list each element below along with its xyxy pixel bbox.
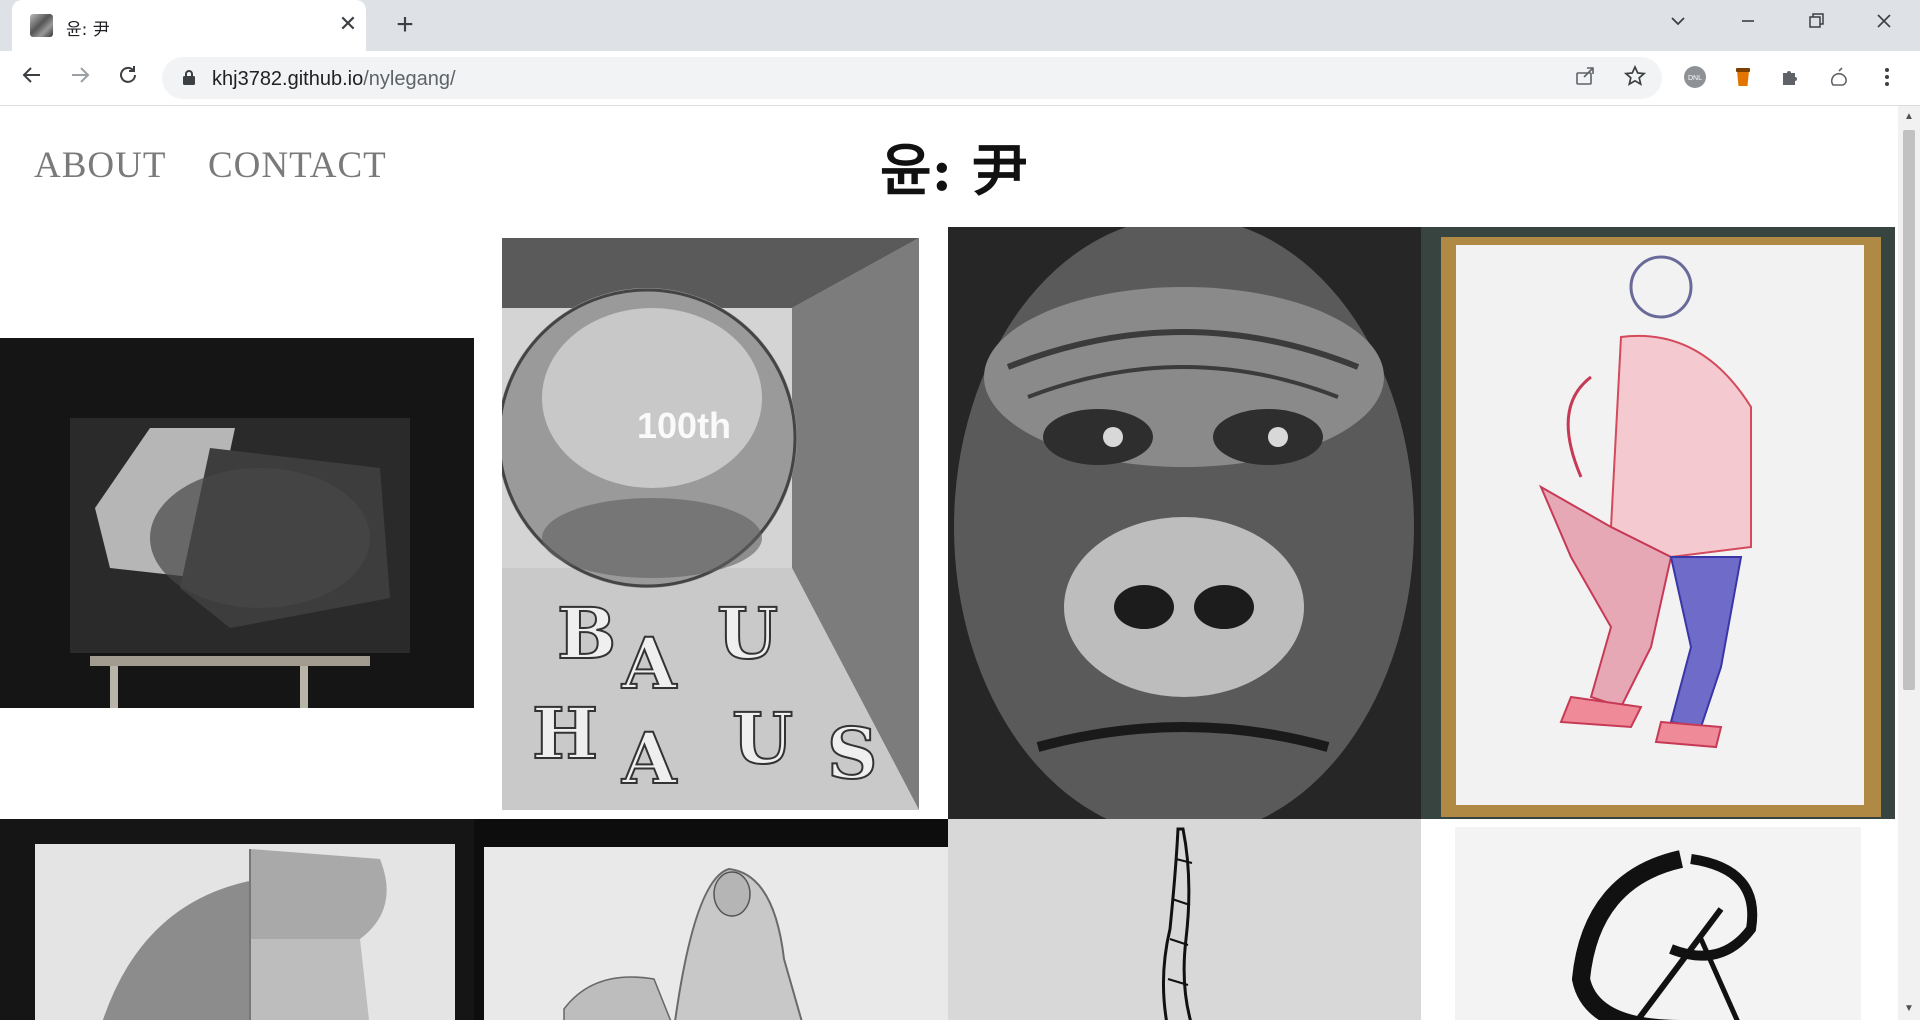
artwork-gorilla[interactable]	[948, 227, 1421, 819]
bauhaus-letter-b: B	[557, 592, 616, 675]
bauhaus-letter-u1: U	[717, 592, 778, 675]
artwork-ink-arm[interactable]	[948, 819, 1421, 1020]
scroll-up-icon[interactable]: ▲	[1902, 110, 1916, 124]
page-content: ABOUT CONTACT 윤: 尹 100th B A U H A U S	[0, 106, 1898, 1020]
tab-strip: 윤: 尹 ✕ +	[0, 0, 1920, 51]
address-bar[interactable]: khj3782.github.io/nylegang/	[162, 57, 1662, 99]
new-tab-button[interactable]: +	[390, 10, 420, 40]
reload-icon[interactable]	[112, 63, 144, 95]
kebab-menu-icon[interactable]	[1874, 65, 1900, 91]
sphere-label: 100th	[637, 405, 731, 446]
minimize-icon[interactable]	[1730, 8, 1766, 42]
url-host: khj3782.github.io	[212, 68, 364, 90]
profile-icon[interactable]	[1826, 65, 1852, 91]
lock-icon[interactable]	[182, 69, 196, 85]
tab-title: 윤: 尹	[66, 20, 110, 40]
browser-toolbar: khj3782.github.io/nylegang/ DNL	[0, 51, 1920, 106]
site-title: 윤: 尹	[880, 138, 1028, 204]
browser-tab[interactable]: 윤: 尹 ✕	[12, 0, 366, 51]
bauhaus-letter-s: S	[827, 712, 878, 795]
arrow-right-icon[interactable]	[64, 63, 96, 95]
arrow-left-icon[interactable]	[16, 63, 48, 95]
scrollbar-thumb[interactable]	[1903, 130, 1915, 690]
artwork-pieta[interactable]	[474, 819, 948, 1020]
share-icon[interactable]	[1572, 65, 1598, 91]
artwork-cap-portrait[interactable]	[0, 819, 474, 1020]
artwork-figure-shadow[interactable]	[0, 338, 474, 708]
svg-text:DNL: DNL	[1688, 75, 1702, 82]
close-window-icon[interactable]	[1866, 8, 1902, 42]
artwork-bauhaus-sphere[interactable]: 100th B A U H A U S	[502, 238, 919, 810]
nav-link-about[interactable]: ABOUT	[34, 144, 166, 187]
extension-avatar-icon[interactable]: DNL	[1682, 65, 1708, 91]
coffee-extension-icon[interactable]	[1730, 65, 1756, 91]
page-scrollbar[interactable]: ▲ ▼	[1898, 106, 1920, 1020]
star-icon[interactable]	[1622, 64, 1648, 91]
url-path: /nylegang/	[363, 68, 456, 90]
bauhaus-letter-u2: U	[732, 697, 793, 780]
scroll-down-icon[interactable]: ▼	[1902, 1002, 1916, 1016]
url-text[interactable]: khj3782.github.io/nylegang/	[212, 68, 456, 91]
tab-search-chevron-icon[interactable]	[1660, 8, 1696, 42]
nav-link-contact[interactable]: CONTACT	[208, 144, 387, 187]
tab-close-icon[interactable]: ✕	[336, 12, 360, 36]
artwork-seated-man[interactable]	[1421, 227, 1895, 819]
restore-icon[interactable]	[1798, 8, 1834, 42]
artwork-calligraphy[interactable]	[1421, 819, 1895, 1020]
bauhaus-letter-h: H	[532, 692, 598, 775]
bauhaus-letter-a2: A	[621, 717, 678, 800]
bauhaus-letter-a1: A	[621, 622, 678, 705]
favicon-icon	[30, 14, 53, 37]
puzzle-icon[interactable]	[1778, 65, 1804, 91]
